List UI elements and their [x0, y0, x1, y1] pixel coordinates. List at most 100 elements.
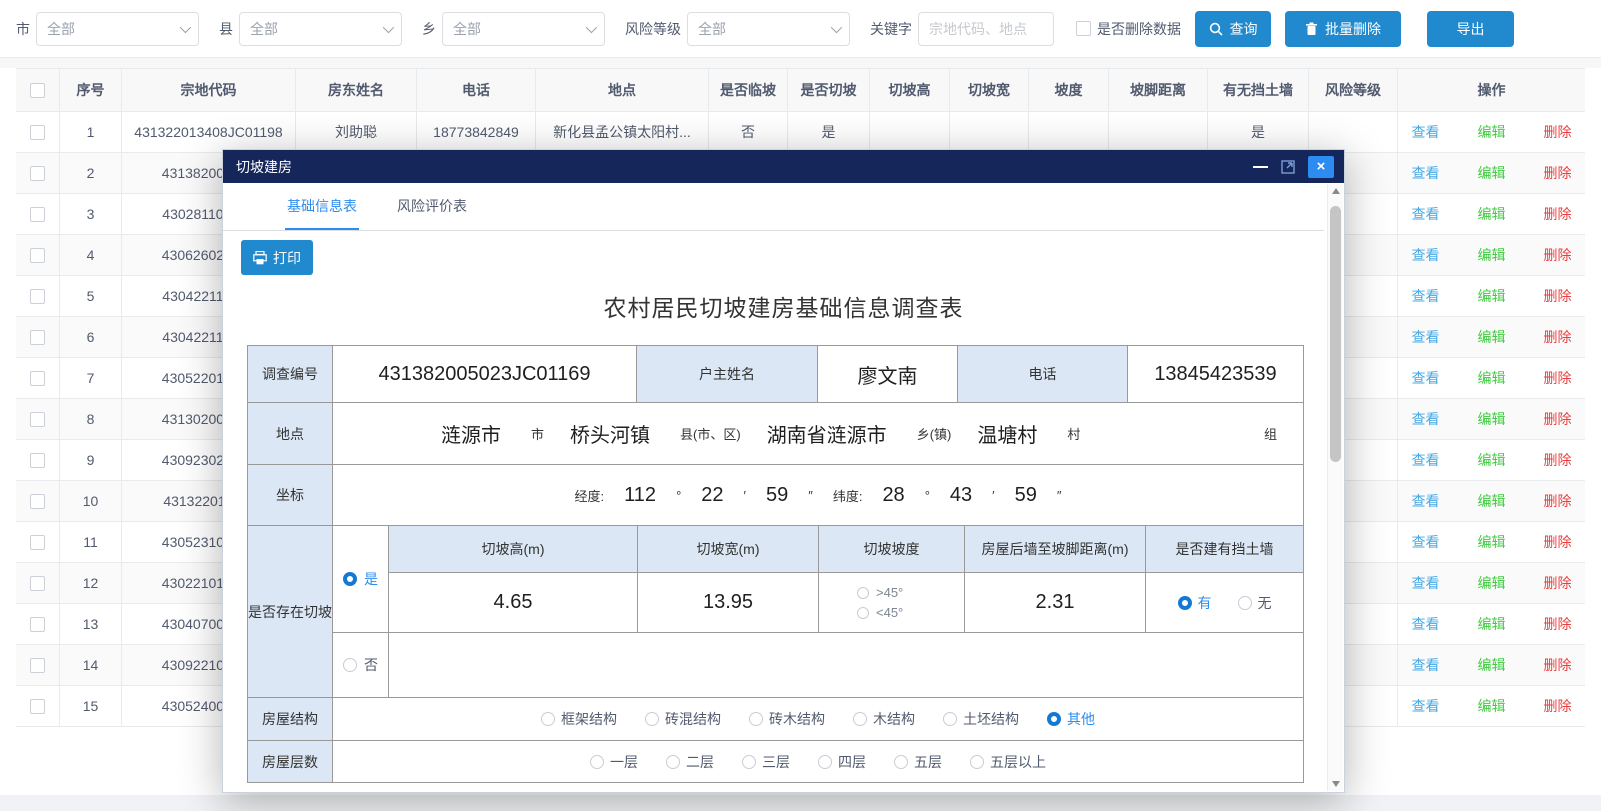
floors-option[interactable]: 一层 — [590, 752, 638, 772]
row-checkbox[interactable] — [16, 317, 60, 357]
radio-icon[interactable] — [541, 712, 555, 726]
delete-link[interactable]: 删除 — [1544, 204, 1572, 224]
edit-link[interactable]: 编辑 — [1478, 204, 1506, 224]
view-link[interactable]: 查看 — [1412, 532, 1440, 552]
structure-option[interactable]: 砖混结构 — [645, 709, 721, 729]
row-checkbox[interactable] — [16, 399, 60, 439]
structure-option[interactable]: 砖木结构 — [749, 709, 825, 729]
radio-icon[interactable] — [645, 712, 659, 726]
export-button[interactable]: 导出 — [1427, 11, 1514, 47]
delete-link[interactable]: 删除 — [1544, 614, 1572, 634]
edit-link[interactable]: 编辑 — [1478, 696, 1506, 716]
delete-link[interactable]: 删除 — [1544, 491, 1572, 511]
radio-icon[interactable] — [943, 712, 957, 726]
structure-option[interactable]: 框架结构 — [541, 709, 617, 729]
view-link[interactable]: 查看 — [1412, 655, 1440, 675]
radio-icon[interactable] — [894, 755, 908, 769]
view-link[interactable]: 查看 — [1412, 491, 1440, 511]
radio-icon[interactable] — [1047, 712, 1061, 726]
row-checkbox[interactable] — [16, 563, 60, 603]
radio-icon[interactable] — [343, 572, 357, 586]
edit-link[interactable]: 编辑 — [1478, 327, 1506, 347]
slope-exist-yes-option[interactable]: 是 — [333, 526, 389, 633]
floors-option[interactable]: 五层以上 — [970, 752, 1046, 772]
edit-link[interactable]: 编辑 — [1478, 286, 1506, 306]
deleted-data-checkbox[interactable]: 是否删除数据 — [1076, 19, 1181, 39]
close-icon[interactable]: × — [1308, 156, 1334, 178]
floors-option[interactable]: 三层 — [742, 752, 790, 772]
radio-icon[interactable] — [857, 587, 869, 599]
delete-link[interactable]: 删除 — [1544, 327, 1572, 347]
radio-icon[interactable] — [343, 658, 357, 672]
delete-link[interactable]: 删除 — [1544, 532, 1572, 552]
radio-icon[interactable] — [749, 712, 763, 726]
radio-icon[interactable] — [818, 755, 832, 769]
select-all-checkbox[interactable] — [16, 69, 60, 111]
view-link[interactable]: 查看 — [1412, 450, 1440, 470]
delete-link[interactable]: 删除 — [1544, 163, 1572, 183]
delete-link[interactable]: 删除 — [1544, 696, 1572, 716]
edit-link[interactable]: 编辑 — [1478, 450, 1506, 470]
checkbox-icon[interactable] — [30, 453, 45, 468]
edit-link[interactable]: 编辑 — [1478, 655, 1506, 675]
edit-link[interactable]: 编辑 — [1478, 614, 1506, 634]
checkbox-icon[interactable] — [30, 576, 45, 591]
row-checkbox[interactable] — [16, 604, 60, 644]
batch-delete-button[interactable]: 批量删除 — [1285, 11, 1401, 47]
checkbox-icon[interactable] — [30, 248, 45, 263]
radio-icon[interactable] — [742, 755, 756, 769]
view-link[interactable]: 查看 — [1412, 245, 1440, 265]
structure-option[interactable]: 木结构 — [853, 709, 915, 729]
row-checkbox[interactable] — [16, 481, 60, 521]
scroll-down-icon[interactable] — [1328, 777, 1343, 791]
delete-link[interactable]: 删除 — [1544, 573, 1572, 593]
checkbox-icon[interactable] — [30, 207, 45, 222]
row-checkbox[interactable] — [16, 522, 60, 562]
wall-no-option[interactable]: 无 — [1238, 593, 1272, 613]
checkbox-icon[interactable] — [30, 289, 45, 304]
edit-link[interactable]: 编辑 — [1478, 245, 1506, 265]
row-checkbox[interactable] — [16, 235, 60, 275]
row-checkbox[interactable] — [16, 276, 60, 316]
delete-link[interactable]: 删除 — [1544, 655, 1572, 675]
checkbox-icon[interactable] — [1076, 21, 1091, 36]
delete-link[interactable]: 删除 — [1544, 450, 1572, 470]
radio-icon[interactable] — [1238, 596, 1252, 610]
floors-option[interactable]: 四层 — [818, 752, 866, 772]
delete-link[interactable]: 删除 — [1544, 409, 1572, 429]
checkbox-icon[interactable] — [30, 125, 45, 140]
structure-option[interactable]: 其他 — [1047, 709, 1095, 729]
structure-option[interactable]: 土坯结构 — [943, 709, 1019, 729]
row-checkbox[interactable] — [16, 153, 60, 193]
radio-icon[interactable] — [853, 712, 867, 726]
keyword-input[interactable] — [918, 12, 1054, 46]
edit-link[interactable]: 编辑 — [1478, 368, 1506, 388]
view-link[interactable]: 查看 — [1412, 204, 1440, 224]
print-button[interactable]: 打印 — [241, 240, 313, 275]
radio-icon[interactable] — [1178, 596, 1192, 610]
row-checkbox[interactable] — [16, 645, 60, 685]
checkbox-icon[interactable] — [30, 330, 45, 345]
wall-yes-option[interactable]: 有 — [1178, 593, 1212, 613]
view-link[interactable]: 查看 — [1412, 368, 1440, 388]
edit-link[interactable]: 编辑 — [1478, 122, 1506, 142]
risk-select[interactable]: 全部 — [687, 12, 850, 46]
radio-icon[interactable] — [666, 755, 680, 769]
radio-icon[interactable] — [590, 755, 604, 769]
edit-link[interactable]: 编辑 — [1478, 163, 1506, 183]
checkbox-icon[interactable] — [30, 699, 45, 714]
query-button[interactable]: 查询 — [1195, 11, 1271, 47]
slope-exist-no-option[interactable]: 否 — [333, 633, 389, 698]
floors-option[interactable]: 二层 — [666, 752, 714, 772]
checkbox-icon[interactable] — [30, 617, 45, 632]
tab-risk-evaluation[interactable]: 风险评价表 — [395, 183, 469, 230]
tab-basic-info[interactable]: 基础信息表 — [285, 183, 359, 230]
maximize-icon[interactable] — [1281, 160, 1295, 174]
row-checkbox[interactable] — [16, 194, 60, 234]
slope-lt45-option[interactable]: <45° — [857, 605, 903, 620]
modal-scrollbar[interactable] — [1327, 184, 1343, 791]
radio-icon[interactable] — [970, 755, 984, 769]
delete-link[interactable]: 删除 — [1544, 245, 1572, 265]
row-checkbox[interactable] — [16, 440, 60, 480]
scroll-up-icon[interactable] — [1328, 184, 1343, 198]
